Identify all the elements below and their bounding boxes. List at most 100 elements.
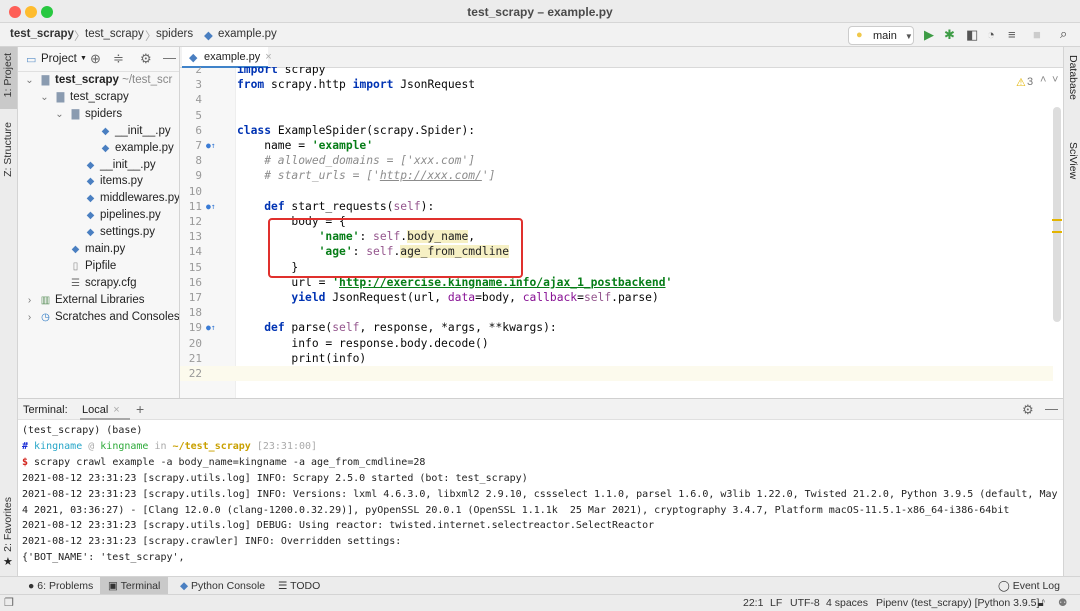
hide-icon[interactable]: — <box>1045 401 1058 416</box>
tree-item-label: External Libraries <box>55 293 145 306</box>
code-token: class <box>237 123 272 137</box>
breadcrumb-project[interactable]: test_scrapy <box>10 28 74 40</box>
python-file-icon: ◆ <box>86 159 95 171</box>
override-marker-icon[interactable]: ●↑ <box>206 199 216 214</box>
coverage-icon[interactable]: ◧ <box>966 27 978 43</box>
code-token: def <box>264 321 285 335</box>
tree-item[interactable]: ◆ example.py <box>83 142 174 159</box>
code-token: self <box>583 291 612 304</box>
tree-item[interactable]: › ▥ External Libraries <box>23 293 145 311</box>
search-icon[interactable]: ⌕ <box>1060 26 1067 42</box>
run-icon[interactable]: ▶ <box>924 27 934 43</box>
breadcrumb-spiders[interactable]: spiders <box>156 28 193 40</box>
scratches-icon: ◷ <box>41 311 50 323</box>
folder-icon: ▇ <box>71 108 80 120</box>
collapse-all-icon[interactable]: ≑ <box>113 51 124 67</box>
line-number: 9 <box>195 169 202 183</box>
tool-window-event-log[interactable]: ◯ Event Log <box>990 577 1068 595</box>
project-view-select[interactable]: Project <box>41 53 77 65</box>
code-line[interactable]: 19 ●↑ def parse(self, response, *args, **… <box>180 320 1053 335</box>
run-concurrency-icon[interactable]: ≡ <box>1008 27 1016 42</box>
tool-window-problems[interactable]: ● 6: Problems <box>20 577 101 595</box>
tree-item-label: spiders <box>85 107 123 120</box>
previous-highlight-icon[interactable]: ˄ <box>1040 74 1046 86</box>
warning-marker[interactable] <box>1052 231 1062 233</box>
terminal-tab-local[interactable]: Local × <box>80 399 130 420</box>
code-line[interactable]: 18 <box>180 305 1053 320</box>
terminal-token: kingname <box>100 440 149 452</box>
code-line[interactable]: 4 <box>180 92 1053 107</box>
tree-item[interactable]: ⌄ ▇ test_scrapy <box>38 91 129 108</box>
tree-item[interactable]: ◆ settings.py <box>68 226 155 243</box>
tree-item[interactable]: ⌄ ▇ spiders <box>53 108 122 125</box>
tree-item[interactable]: ⌄ ▇ test_scrapy ~/test_scr <box>23 74 172 91</box>
profile-icon[interactable]: ◔ <box>987 27 995 42</box>
line-separator[interactable]: LF <box>770 597 782 609</box>
tree-item[interactable]: › ◷ Scratches and Consoles <box>23 311 179 328</box>
code-token: scrapy <box>277 67 326 76</box>
run-configuration-select[interactable]: ● main ▼ <box>848 26 914 45</box>
indent-setting[interactable]: 4 spaces <box>826 597 868 609</box>
breadcrumb-package[interactable]: test_scrapy <box>85 28 144 40</box>
tool-tab-favorites[interactable]: 2: Favorites ★ <box>0 497 17 572</box>
python-interpreter[interactable]: Pipenv (test_scrapy) [Python 3.9.5] <box>876 597 1039 609</box>
tree-item[interactable]: ☰ scrapy.cfg <box>53 277 137 294</box>
code-line[interactable]: 20 info = response.body.decode() <box>180 336 1053 351</box>
terminal-panel[interactable]: Terminal: Local × + ⚙ — (test_scrapy) (ba… <box>18 398 1063 576</box>
warning-icon[interactable]: ⚠ <box>1016 76 1026 89</box>
close-tab-icon[interactable]: × <box>113 404 119 416</box>
code-line[interactable]: 8 # allowed_domains = ['xxx.com'] <box>180 153 1053 168</box>
override-marker-icon[interactable]: ●↑ <box>206 320 216 335</box>
file-encoding[interactable]: UTF-8 <box>790 597 820 609</box>
code-line[interactable]: 7 ●↑ name = 'example' <box>180 138 1053 153</box>
tree-item[interactable]: ◆ __init__.py <box>83 125 171 142</box>
close-tab-icon[interactable]: × <box>265 51 271 63</box>
tool-tab-structure[interactable]: Z: Structure <box>0 122 17 192</box>
toggle-tool-windows-icon[interactable]: ❐ <box>4 596 14 609</box>
tree-item[interactable]: ◆ pipelines.py <box>68 209 161 226</box>
locate-icon[interactable]: ⊕ <box>90 51 101 67</box>
code-token: from <box>237 78 265 92</box>
debug-icon[interactable]: ✱ <box>944 27 955 43</box>
editor-tab-example-py[interactable]: ◆ example.py × <box>182 47 272 68</box>
tree-item[interactable]: ◆ items.py <box>68 175 143 192</box>
code-line[interactable]: 11 ●↑ def start_requests(self): <box>180 199 1053 214</box>
gear-icon[interactable]: ⚙ <box>140 51 152 67</box>
code-line[interactable]: 10 <box>180 184 1053 199</box>
code-token: start_requests( <box>284 199 394 213</box>
code-line[interactable]: 6 class ExampleSpider(scrapy.Spider): <box>180 123 1053 138</box>
code-line[interactable]: 2 import scrapy <box>180 67 1053 77</box>
tool-window-todo[interactable]: ☰ TODO <box>270 577 328 595</box>
override-marker-icon[interactable]: ●↑ <box>206 138 216 153</box>
tool-tab-database[interactable]: Database <box>1067 55 1079 100</box>
new-terminal-icon[interactable]: + <box>136 401 144 417</box>
stop-icon[interactable]: ■ <box>1033 27 1041 42</box>
editor-scrollbar[interactable] <box>1053 107 1061 322</box>
code-line[interactable]: 21 print(info) <box>180 351 1053 366</box>
tool-tab-project[interactable]: 1: Project <box>0 47 17 109</box>
gear-icon[interactable]: ⚙ <box>1022 402 1034 418</box>
code-line[interactable]: 17 yield JsonRequest(url, data=body, cal… <box>180 290 1053 305</box>
code-token: def <box>264 199 285 213</box>
tool-window-terminal[interactable]: ▣ Terminal <box>100 577 169 595</box>
next-highlight-icon[interactable]: ˅ <box>1052 74 1058 86</box>
code-line[interactable]: 9 # start_urls = ['http://xxx.com/'] <box>180 168 1053 183</box>
tree-item[interactable]: ◆ main.py <box>53 243 126 260</box>
caret-position[interactable]: 22:1 <box>743 597 763 609</box>
tree-item-label: __init__.py <box>100 158 156 171</box>
tree-item[interactable]: ◆ __init__.py <box>68 159 156 176</box>
lock-icon[interactable]: 🔓︎ <box>1038 597 1045 610</box>
editor-tab-bar: ◆ example.py × <box>180 47 1063 68</box>
tool-tab-sciview[interactable]: SciView <box>1067 142 1079 179</box>
hide-icon[interactable]: — <box>163 50 176 65</box>
inspector-icon[interactable]: ⚉ <box>1058 597 1067 609</box>
tree-item[interactable]: ◆ middlewares.py <box>68 192 179 209</box>
code-line[interactable]: 3 from scrapy.http import JsonRequest <box>180 77 1053 92</box>
code-line[interactable]: 22 <box>180 366 1053 382</box>
tree-item[interactable]: ▯ Pipfile <box>53 260 117 277</box>
tree-item-label: scrapy.cfg <box>85 276 137 289</box>
breadcrumb-file[interactable]: example.py <box>218 28 277 40</box>
code-line[interactable]: 5 <box>180 108 1053 123</box>
tool-window-python-console[interactable]: ◆ Python Console <box>172 577 273 595</box>
warning-marker[interactable] <box>1052 219 1062 221</box>
